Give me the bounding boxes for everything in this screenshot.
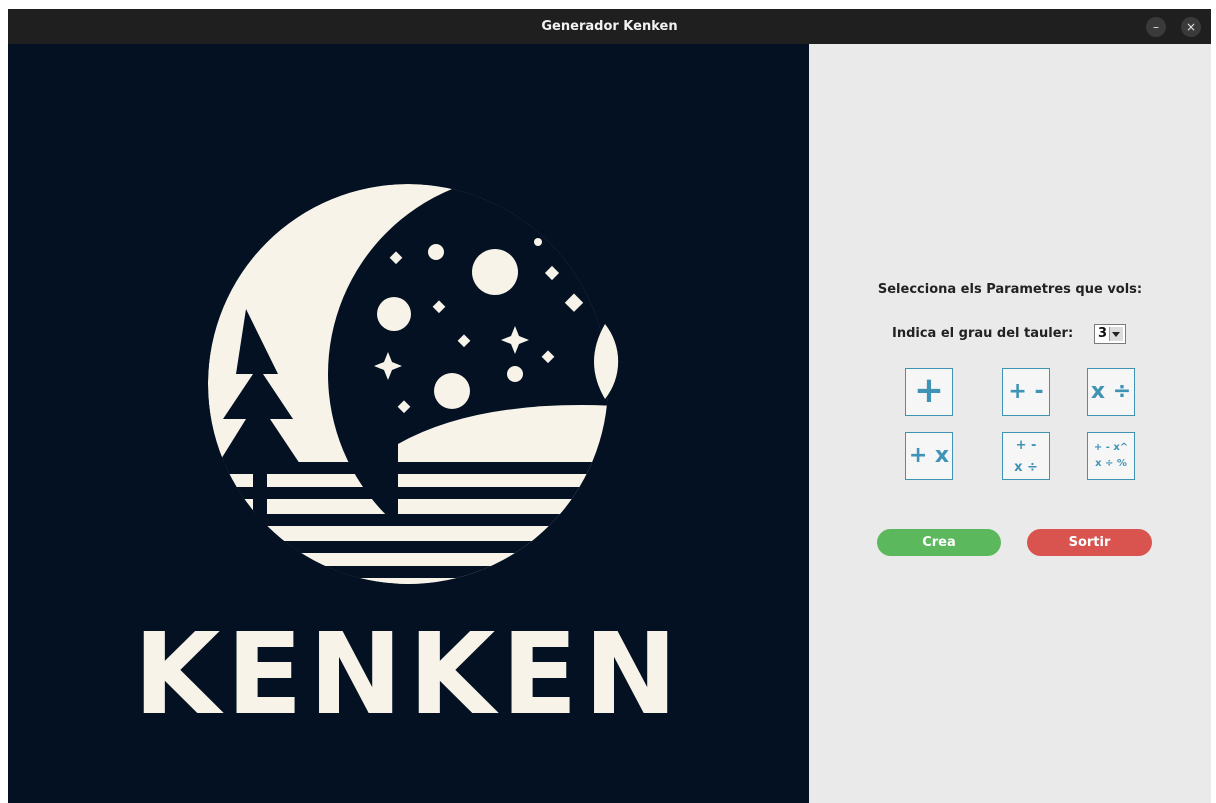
app-window: Generador Kenken – × KENKEN Selecciona e… [8, 9, 1211, 803]
op-add-sub-label: + - [1008, 379, 1044, 404]
op-mul-div-label: x ÷ [1090, 379, 1132, 404]
op-add-mul-button[interactable]: + x [905, 432, 953, 480]
op-mul-div-button[interactable]: x ÷ [1087, 368, 1135, 416]
logo-panel: KENKEN [8, 44, 809, 803]
op-all-button[interactable]: + - x^ x ÷ % [1087, 432, 1135, 480]
board-grade-value: 3 [1098, 326, 1108, 341]
board-grade-label: Indica el grau del tauler: [892, 326, 1074, 341]
title-bar: Generador Kenken – × [8, 9, 1211, 44]
settings-panel: Selecciona els Parametres que vols: Indi… [809, 44, 1211, 803]
op-basic-four-button[interactable]: + - x ÷ [1002, 432, 1050, 480]
exit-button[interactable]: Sortir [1027, 529, 1152, 556]
minimize-button[interactable]: – [1146, 17, 1166, 37]
chevron-down-icon [1109, 327, 1123, 341]
window-title: Generador Kenken [541, 19, 678, 34]
op-all-row2: x ÷ % [1095, 458, 1127, 469]
op-add-label: + [913, 370, 945, 411]
op-add-sub-button[interactable]: + - [1002, 368, 1050, 416]
op-add-mul-label: + x [908, 443, 950, 468]
op-all-row1: + - x^ [1093, 442, 1129, 453]
op-add-button[interactable]: + [905, 368, 953, 416]
board-grade-select[interactable]: 3 [1094, 324, 1126, 344]
parameters-prompt: Selecciona els Parametres que vols: [877, 282, 1143, 297]
op-basic-four-row1: + - [1015, 438, 1037, 453]
create-button[interactable]: Crea [877, 529, 1001, 556]
close-button[interactable]: × [1181, 17, 1201, 37]
kenken-logo-text: KENKEN [133, 610, 684, 740]
op-basic-four-row2: x ÷ [1014, 460, 1038, 475]
